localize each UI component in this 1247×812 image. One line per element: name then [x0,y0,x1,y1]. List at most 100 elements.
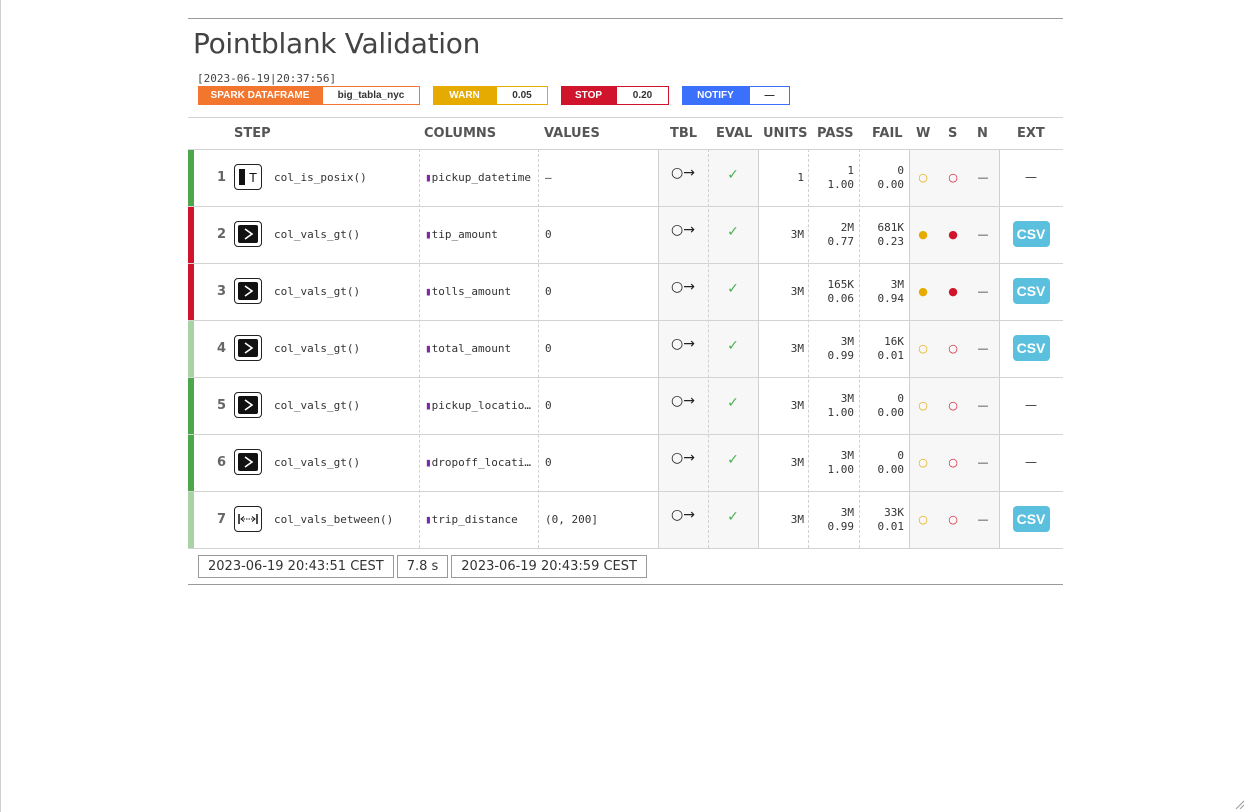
units-count: 3M [790,285,804,298]
fail-fraction: 0.94 [877,292,905,305]
ext-cell: — [1010,449,1052,475]
fail-cell: 3M 0.94 [859,278,905,306]
warn-badge: WARN 0.05 [433,86,548,105]
table-arrow-icon: ○→ [671,507,695,523]
pass-count: 165K [827,278,855,291]
col-vals-between-icon [234,506,262,532]
csv-download-button[interactable]: CSV [1012,278,1050,304]
table-arrow-icon: ○→ [671,393,695,409]
stop-indicator-icon: ○ [948,513,958,526]
report-timestamp: [2023-06-19|20:37:56] [197,72,337,85]
notify-value: — [749,86,790,105]
table-row: 7 col_vals_between() ▮trip_distance (0, 200… [188,492,1063,549]
table-row: 5 col_vals_gt() ▮pickup_locatio… 0 ○→ ✓ 3M 3M 1.… [188,378,1063,435]
units-count: 3M [790,342,804,355]
ext-none: — [1025,455,1037,469]
fail-count: 0 [897,392,904,405]
table-arrow-icon: ○→ [671,336,695,352]
column-name: ▮dropoff_locati… [425,456,537,469]
svg-text:T: T [248,171,257,185]
ext-cell: — [1010,392,1052,418]
fail-fraction: 0.01 [877,349,905,362]
column-name: ▮trip_distance [425,513,537,526]
pass-fraction: 1.00 [827,463,855,476]
step-number: 3 [216,284,226,299]
units-count: 3M [790,399,804,412]
fail-count: 0 [897,164,904,177]
table-row: 6 col_vals_gt() ▮dropoff_locati… 0 ○→ ✓ 3M 3M 1.… [188,435,1063,492]
status-bar [188,378,194,434]
column-marker-icon: ▮ [425,285,432,298]
page-title: Pointblank Validation [193,27,481,60]
table-body: 1 Tcol_is_posix() ▮pickup_datetime — ○→ ✓ 1 1 1.… [188,150,1063,549]
col-vals-gt-icon [234,392,262,418]
column-marker-icon: ▮ [425,342,432,355]
table-row: 2 col_vals_gt() ▮tip_amount 0 ○→ ✓ 3M 2M 0.77 681… [188,207,1063,264]
column-name: ▮total_amount [425,342,537,355]
step-values: 0 [545,399,552,412]
csv-download-button[interactable]: CSV [1012,221,1050,247]
header-units: UNITS [763,126,808,141]
fail-count: 681K [877,221,905,234]
column-label: pickup_datetime [431,171,531,184]
resize-grip-icon[interactable] [1234,799,1244,809]
col-vals-gt-icon [234,221,262,247]
notify-indicator: — [977,399,989,412]
col-is-posix-icon: T [234,164,262,190]
status-bar [188,321,194,377]
stop-indicator-icon: ○ [948,399,958,412]
validation-function: col_vals_gt() [274,399,361,412]
fail-fraction: 0.00 [877,406,905,419]
stop-value: 0.20 [616,86,669,105]
validation-function: col_vals_gt() [274,285,361,298]
eval-check-icon: ✓ [727,338,739,354]
validation-function: col_vals_gt() [274,456,361,469]
pass-cell: 3M 0.99 [808,335,855,363]
warn-indicator-icon: ○ [918,456,928,469]
fail-fraction: 0.23 [877,235,905,248]
column-marker-icon: ▮ [425,513,432,526]
pass-count: 1 [847,164,854,177]
notify-badge: NOTIFY — [682,86,790,105]
column-name: ▮pickup_locatio… [425,399,537,412]
source-type-label: SPARK DATAFRAME [198,86,322,105]
step-values: (0, 200] [545,513,598,526]
pass-fraction: 0.06 [827,292,855,305]
fail-count: 33K [884,506,904,519]
pass-count: 3M [840,506,854,519]
pass-fraction: 0.99 [827,520,855,533]
eval-check-icon: ✓ [727,281,739,297]
stop-indicator-icon: ○ [948,456,958,469]
header-eval: EVAL [716,126,753,141]
table-header: STEP COLUMNS VALUES TBL EVAL UNITS PASS … [188,118,1063,150]
duration: 7.8 s [396,555,449,578]
step-values: 0 [545,456,552,469]
badge-row: SPARK DATAFRAME big_tabla_nyc WARN 0.05 … [198,86,1063,105]
column-label: trip_distance [431,513,518,526]
csv-download-button[interactable]: CSV [1012,506,1050,532]
header-columns: COLUMNS [424,126,497,141]
step-values: — [545,171,552,184]
units-count: 1 [797,171,804,184]
stop-badge: STOP 0.20 [561,86,669,105]
fail-fraction: 0.00 [877,463,905,476]
notify-indicator: — [977,285,989,298]
pass-cell: 165K 0.06 [808,278,855,306]
fail-fraction: 0.00 [877,178,905,191]
col-vals-gt-icon [234,335,262,361]
header-pass: PASS [817,126,854,141]
pass-count: 3M [840,449,854,462]
eval-check-icon: ✓ [727,395,739,411]
validation-function: col_vals_gt() [274,342,361,355]
pass-count: 2M [840,221,854,234]
pass-fraction: 0.99 [827,349,855,362]
warn-indicator-icon: ○ [918,171,928,184]
column-name: ▮pickup_datetime [425,171,537,184]
pass-cell: 2M 0.77 [808,221,855,249]
eval-check-icon: ✓ [727,224,739,240]
table-arrow-icon: ○→ [671,165,695,181]
table-row: 4 col_vals_gt() ▮total_amount 0 ○→ ✓ 3M 3M 0.99 1… [188,321,1063,378]
validation-report: Pointblank Validation [2023-06-19|20:37:… [188,18,1063,585]
csv-download-button[interactable]: CSV [1012,335,1050,361]
validation-function: col_vals_gt() [274,228,361,241]
